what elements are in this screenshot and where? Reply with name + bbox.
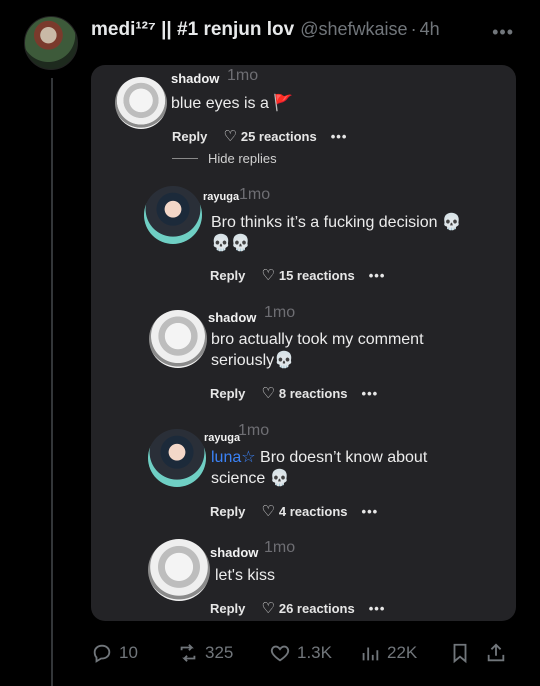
comment-actions: Reply ♡ 25 reactions •••: [172, 127, 347, 145]
like-count: 1.3K: [297, 643, 332, 662]
heart-icon: ♡: [261, 267, 275, 284]
comment-avatar: [148, 539, 210, 601]
hide-replies-label: Hide replies: [208, 151, 277, 166]
thread-line: [51, 78, 53, 686]
comment-time: 1mo: [264, 539, 296, 556]
avatar[interactable]: [24, 16, 78, 70]
comment-text: blue eyes is a 🚩: [171, 95, 294, 112]
comment-text: bro actually took my comment seriously💀: [211, 329, 424, 371]
post-action-bar: 10 325 1.3K 22K: [91, 642, 531, 666]
heart-icon: ♡: [223, 128, 237, 145]
heart-icon: ♡: [261, 385, 275, 402]
views-icon: [362, 647, 379, 661]
heart-icon: ♡: [261, 600, 275, 617]
comment-time: 1mo: [238, 422, 270, 439]
reply-button: Reply: [210, 600, 246, 616]
reactions-count: 4 reactions: [278, 503, 348, 519]
reply-button: Reply: [172, 128, 208, 144]
comment-text-line: Bro thinks it’s a fucking decision 💀: [211, 214, 462, 231]
comment-username: shadow: [210, 545, 259, 560]
comment-actions: Reply ♡ 26 reactions •••: [210, 599, 385, 617]
like-action[interactable]: 1.3K: [269, 642, 332, 664]
comment-text: Bro thinks it’s a fucking decision 💀 💀💀: [211, 212, 462, 254]
more-icon: •••: [368, 600, 386, 616]
hide-replies: Hide replies: [172, 151, 277, 166]
share-icon: [487, 643, 505, 662]
reply-button: Reply: [210, 267, 246, 283]
repost-action[interactable]: 325: [177, 642, 233, 664]
share-action[interactable]: [485, 642, 513, 664]
views-action[interactable]: 22K: [359, 642, 417, 664]
comment-actions: Reply ♡ 4 reactions •••: [210, 502, 378, 520]
mention-link: luna☆: [211, 449, 256, 466]
comment-text: luna☆ Bro doesn’t know about science 💀: [211, 447, 427, 489]
more-icon: •••: [330, 128, 348, 144]
comment-time: 1mo: [264, 304, 296, 321]
repost-count: 325: [205, 643, 234, 662]
comment-text-fragment: Bro doesn’t know about: [255, 449, 428, 466]
comment-text: let's kiss: [215, 567, 275, 584]
post-time[interactable]: 4h: [420, 19, 440, 40]
heart-icon: ♡: [261, 503, 275, 520]
post-header: medi¹²⁷ || #1 renjun lov @shefwkaise · 4…: [91, 19, 531, 45]
display-name[interactable]: medi¹²⁷ || #1 renjun lov: [91, 19, 294, 41]
comment-text-line: luna☆ Bro doesn’t know about: [211, 447, 427, 468]
bookmark-action[interactable]: [449, 642, 477, 664]
reply-icon: [93, 644, 111, 663]
comment-actions: Reply ♡ 15 reactions •••: [210, 266, 385, 284]
reply-count: 10: [119, 643, 138, 662]
comment-username: rayuga: [203, 191, 240, 203]
reactions-count: 26 reactions: [278, 600, 355, 616]
embedded-comments-screenshot[interactable]: shadow 1mo blue eyes is a 🚩 Reply ♡ 25 r…: [91, 65, 516, 621]
comment-text-line: science 💀: [211, 470, 290, 487]
comment-avatar: [149, 310, 207, 368]
comment-avatar: [115, 77, 167, 129]
views-count: 22K: [387, 643, 418, 662]
comment-avatar: [144, 186, 202, 244]
reactions-count: 25 reactions: [240, 128, 317, 144]
bookmark-icon: [453, 643, 467, 664]
heart-icon: [270, 645, 290, 662]
more-options-icon[interactable]: •••: [492, 22, 514, 43]
comment-time: 1mo: [239, 186, 271, 203]
more-icon: •••: [361, 385, 379, 401]
comment-username: shadow: [208, 310, 257, 325]
comment-text-line: seriously💀: [211, 352, 295, 369]
reactions-count: 8 reactions: [278, 385, 348, 401]
comment-time: 1mo: [227, 67, 259, 84]
reply-button: Reply: [210, 385, 246, 401]
comment-username: shadow: [171, 71, 220, 86]
reply-button: Reply: [210, 503, 246, 519]
handle[interactable]: @shefwkaise: [300, 19, 407, 40]
comment-text-line: bro actually took my comment: [211, 331, 424, 348]
dot-separator: ·: [410, 19, 417, 39]
divider: [172, 158, 198, 159]
repost-icon: [180, 644, 196, 662]
comment-username: rayuga: [204, 432, 241, 444]
comment-actions: Reply ♡ 8 reactions •••: [210, 384, 378, 402]
comment-avatar: [148, 429, 206, 487]
reactions-count: 15 reactions: [278, 267, 355, 283]
more-icon: •••: [368, 267, 386, 283]
reply-action[interactable]: 10: [91, 642, 138, 664]
comment-text-line: 💀💀: [211, 235, 251, 252]
more-icon: •••: [361, 503, 379, 519]
